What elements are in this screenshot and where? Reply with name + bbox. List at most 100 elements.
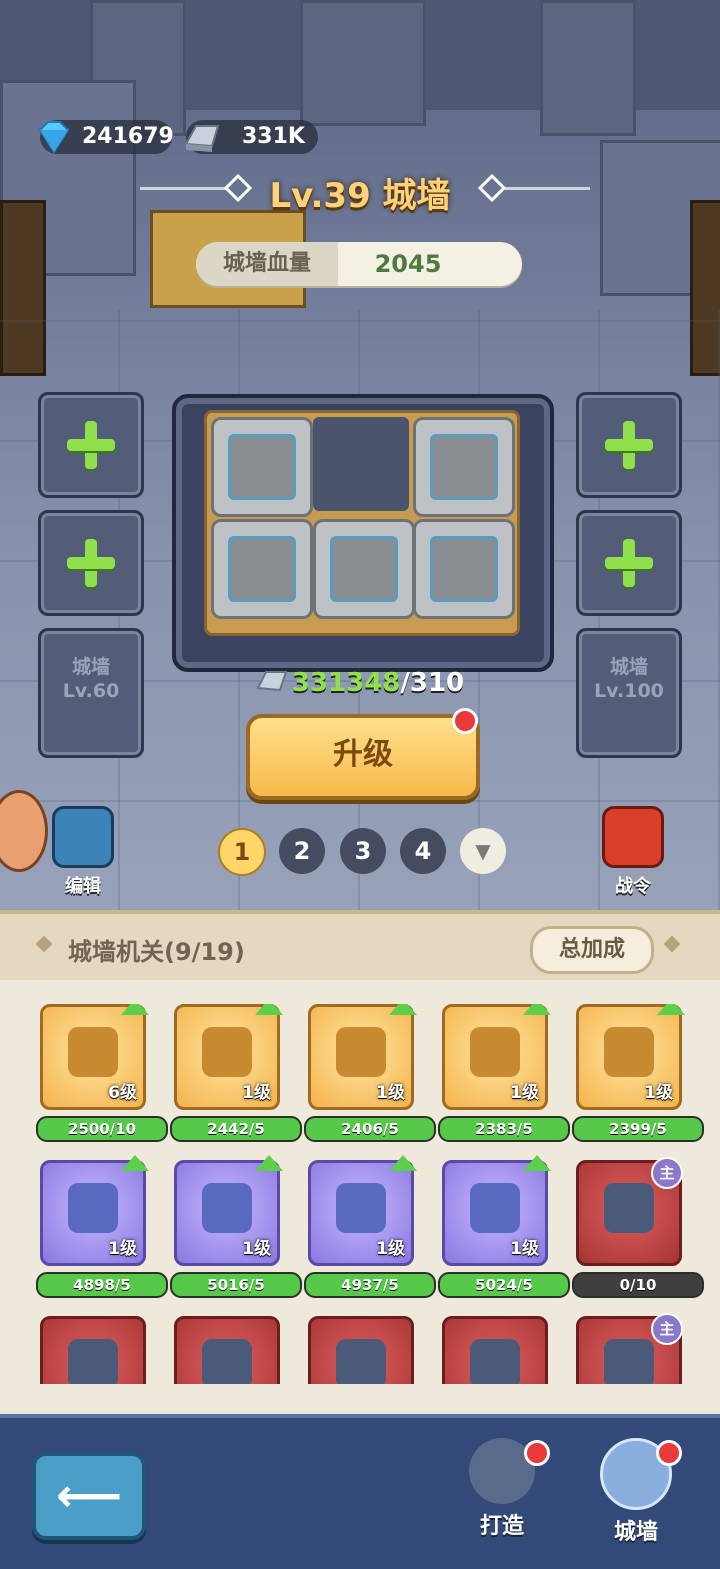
mechanism-icon [202, 1339, 252, 1384]
mechanism-level: 1级 [242, 1083, 271, 1103]
progress-text: 5016/5 [207, 1276, 265, 1294]
mechanism-item[interactable]: 1级 5024/5 [438, 1155, 570, 1298]
mechanism-card[interactable]: 1级 [308, 1155, 417, 1266]
upgrade-arrow-icon [523, 1155, 551, 1171]
mechanism-card[interactable] [442, 1316, 548, 1384]
mechanism-item[interactable] [174, 1316, 280, 1384]
battle-pass-button[interactable]: 战令 [598, 806, 668, 898]
mechanism-card[interactable]: 1级 [442, 1004, 551, 1110]
wall-hp-value: 2045 [374, 250, 442, 278]
main-badge: 主 [651, 1313, 683, 1345]
mechanism-card[interactable]: 1级 [40, 1155, 149, 1266]
mechanism-card[interactable]: 1级 [308, 1004, 417, 1110]
edit-button[interactable]: 编辑 [48, 806, 118, 898]
progress-text: 2406/5 [341, 1120, 399, 1138]
mechanism-icon [68, 1339, 118, 1384]
mechanism-level: 1级 [242, 1239, 271, 1259]
upgrade-arrow-icon [121, 1004, 149, 1015]
wall-block[interactable] [211, 519, 313, 619]
mechanism-card[interactable]: 1级 [174, 1155, 283, 1266]
mechanism-progress-bar: 4937/5 [304, 1272, 436, 1298]
page-1-button[interactable]: 1 [218, 828, 266, 876]
expand-pages-button[interactable]: ▼ [460, 828, 506, 874]
wall-block[interactable] [211, 417, 313, 517]
wall-block[interactable] [413, 417, 515, 517]
page-4-button[interactable]: 4 [400, 828, 446, 874]
mechanism-card[interactable]: 主 [576, 1313, 683, 1384]
mechanism-card[interactable]: 主 [576, 1157, 683, 1266]
iron-ingot-icon [256, 671, 288, 692]
diamond-counter: 241679 [38, 120, 174, 154]
plus-icon [605, 539, 653, 587]
mechanism-card[interactable] [174, 1316, 280, 1384]
mechanism-card[interactable]: 1级 [174, 1004, 283, 1110]
mechanism-progress-bar: 5024/5 [438, 1272, 570, 1298]
bottom-nav: ⟵ 打造 城墙 [0, 1414, 720, 1569]
mechanism-item[interactable]: 6级 2500/10 [36, 1004, 168, 1142]
page-2-button[interactable]: 2 [279, 828, 325, 874]
upgrade-arrow-icon [523, 1004, 551, 1015]
mechanism-progress-bar: 4898/5 [36, 1272, 168, 1298]
mechanism-grid: 6级 2500/10 1级 2442/5 1级 2406/5 1级 2383/5 1级 2399/… [0, 1004, 720, 1384]
add-slot-right-1[interactable] [576, 392, 682, 498]
mechanism-item[interactable]: 主 0/10 [572, 1157, 704, 1298]
mechanism-icon [68, 1183, 118, 1233]
title-deco-right [504, 187, 590, 190]
mechanism-item[interactable]: 1级 2399/5 [572, 1004, 704, 1142]
mechanism-item[interactable]: 1级 4898/5 [36, 1155, 168, 1298]
mechanism-item[interactable]: 主 [576, 1313, 683, 1384]
mechanism-card[interactable] [308, 1316, 414, 1384]
mechanism-progress-bar: 2406/5 [304, 1116, 436, 1142]
mechanism-card[interactable] [40, 1316, 146, 1384]
mechanism-item[interactable]: 1级 2406/5 [304, 1004, 436, 1142]
upgrade-arrow-icon [255, 1004, 283, 1015]
main-badge: 主 [651, 1157, 683, 1189]
mechanism-card[interactable]: 6级 [40, 1004, 149, 1110]
mechanism-item[interactable] [308, 1316, 414, 1384]
back-button[interactable]: ⟵ [32, 1452, 146, 1540]
progress-text: 0/10 [619, 1276, 657, 1294]
treasure-chest-icon [602, 806, 664, 868]
progress-text: 2442/5 [207, 1120, 265, 1138]
empty-cell [313, 417, 409, 511]
mechanism-level: 1级 [108, 1239, 137, 1259]
wall-mechanism-panel: 城墙机关(9/19) 总加成 6级 2500/10 1级 2442/5 1级 2406/5… [0, 910, 720, 1430]
plus-icon [605, 421, 653, 469]
mechanism-item[interactable] [40, 1316, 146, 1384]
mechanism-item[interactable]: 1级 5016/5 [170, 1155, 302, 1298]
notification-dot [656, 1440, 682, 1466]
mechanism-item[interactable]: 1级 2383/5 [438, 1004, 570, 1142]
add-slot-right-2[interactable] [576, 510, 682, 616]
total-bonus-button[interactable]: 总加成 [530, 926, 654, 974]
notification-dot [524, 1440, 550, 1466]
mechanism-level: 1级 [376, 1239, 405, 1259]
upgrade-arrow-icon [121, 1155, 149, 1171]
mechanism-icon [336, 1339, 386, 1384]
upgrade-cost: 331348/310 [0, 668, 720, 698]
mechanism-icon [470, 1339, 520, 1384]
mechanism-level: 1级 [644, 1083, 673, 1103]
wall-block[interactable] [413, 519, 515, 619]
upgrade-label: 升级 [333, 737, 393, 772]
mechanism-level: 1级 [376, 1083, 405, 1103]
mechanism-icon [470, 1027, 520, 1077]
tab-wall-label: 城墙 [613, 1520, 658, 1545]
mechanism-item[interactable]: 1级 4937/5 [304, 1155, 436, 1298]
add-slot-left-1[interactable] [38, 392, 144, 498]
mechanism-level: 1级 [510, 1083, 539, 1103]
mechanism-item[interactable] [442, 1316, 548, 1384]
mechanism-card[interactable]: 1级 [442, 1155, 551, 1266]
iron-owned: 331348 [291, 668, 401, 698]
add-slot-left-2[interactable] [38, 510, 144, 616]
upgrade-button[interactable]: 升级 [246, 714, 480, 800]
mechanism-card[interactable]: 1级 [576, 1004, 685, 1110]
mechanism-icon [336, 1183, 386, 1233]
upgrade-arrow-icon [389, 1004, 417, 1015]
progress-text: 5024/5 [475, 1276, 533, 1294]
mechanism-level: 1级 [510, 1239, 539, 1259]
mechanism-item[interactable]: 1级 2442/5 [170, 1004, 302, 1142]
wall-block[interactable] [313, 519, 415, 619]
wall-block-board[interactable] [172, 394, 554, 672]
page-3-button[interactable]: 3 [340, 828, 386, 874]
progress-text: 2399/5 [609, 1120, 667, 1138]
